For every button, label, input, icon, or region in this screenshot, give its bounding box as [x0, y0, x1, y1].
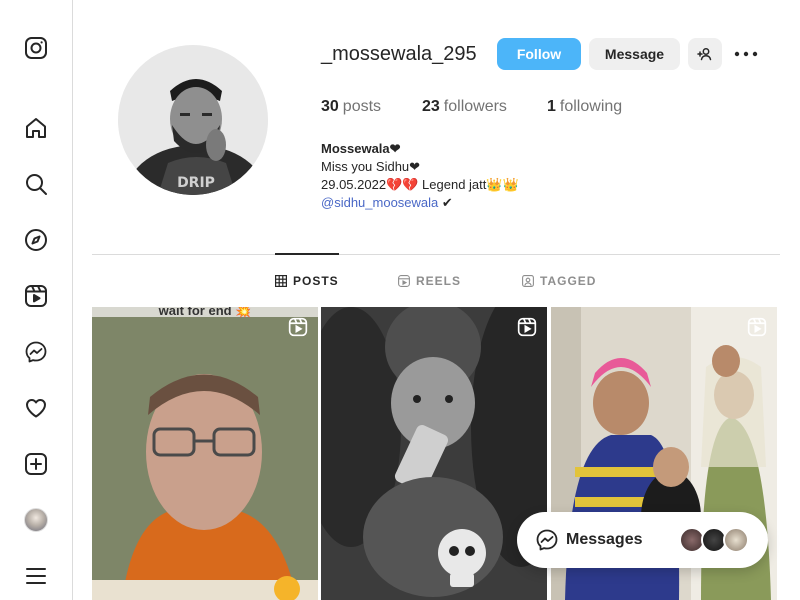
profile-avatar[interactable]	[24, 508, 48, 532]
reel-icon	[288, 317, 308, 337]
stat-followers[interactable]: 23 followers	[422, 98, 507, 116]
profile-bio: Mossewala❤ Miss you Sidhu❤ 29.05.2022💔💔 …	[321, 140, 519, 212]
bio-link[interactable]: @sidhu_moosewala	[321, 195, 438, 210]
post-caption-overlay: wait for end 💥	[158, 307, 252, 318]
messenger-icon	[536, 529, 558, 551]
tab-active-indicator	[275, 253, 339, 255]
add-user-button[interactable]	[688, 38, 722, 70]
tab-tagged-label: TAGGED	[540, 274, 597, 288]
follow-button[interactable]: Follow	[497, 38, 581, 70]
bio-link-suffix: ✔	[438, 195, 453, 210]
profile-username: _mossewala_295	[321, 43, 477, 65]
stat-posts: 30 posts	[321, 98, 381, 116]
explore-icon[interactable]	[24, 228, 48, 252]
following-count: 1	[547, 98, 556, 115]
followers-count: 23	[422, 98, 440, 115]
post-image	[321, 307, 547, 600]
more-options-icon[interactable]	[734, 44, 758, 64]
create-icon[interactable]	[24, 452, 48, 476]
post-tile[interactable]: wait for end 💥	[92, 307, 318, 600]
sidebar	[0, 0, 73, 600]
reels-icon[interactable]	[24, 284, 48, 308]
tab-reels-label: REELS	[416, 274, 462, 288]
tab-posts-label: POSTS	[293, 274, 339, 288]
messages-pill[interactable]: Messages	[517, 512, 768, 568]
posts-label: posts	[342, 98, 382, 115]
reel-icon	[747, 317, 767, 337]
add-user-icon	[697, 48, 712, 61]
tab-tagged[interactable]: TAGGED	[522, 274, 596, 288]
stat-following[interactable]: 1 following	[547, 98, 622, 116]
followers-label: followers	[443, 98, 507, 115]
messages-label: Messages	[566, 531, 643, 548]
svg-text:DRIP: DRIP	[177, 175, 215, 191]
search-icon[interactable]	[24, 172, 48, 196]
tagged-icon	[522, 275, 534, 287]
reels-tab-icon	[398, 275, 410, 287]
post-tile[interactable]	[321, 307, 547, 600]
grid-icon	[275, 275, 287, 287]
bio-line-1: Miss you Sidhu❤	[321, 159, 421, 174]
messenger-icon[interactable]	[24, 340, 48, 364]
avatar	[723, 527, 749, 553]
home-icon[interactable]	[24, 116, 48, 140]
profile-picture[interactable]: DRIP	[118, 45, 268, 195]
heart-icon[interactable]	[24, 396, 48, 420]
bio-name: Mossewala❤	[321, 141, 401, 156]
tabs-divider	[92, 254, 780, 255]
instagram-icon[interactable]	[24, 36, 48, 60]
tab-posts[interactable]: POSTS	[275, 274, 339, 288]
message-button[interactable]: Message	[589, 38, 680, 70]
message-avatars	[679, 527, 749, 553]
following-label: following	[559, 98, 623, 115]
reel-icon	[517, 317, 537, 337]
bio-line-2: 29.05.2022💔💔 Legend jatt👑👑	[321, 177, 519, 192]
menu-icon[interactable]	[24, 564, 48, 588]
tab-reels[interactable]: REELS	[398, 274, 461, 288]
post-image	[92, 307, 318, 600]
posts-count: 30	[321, 98, 339, 115]
